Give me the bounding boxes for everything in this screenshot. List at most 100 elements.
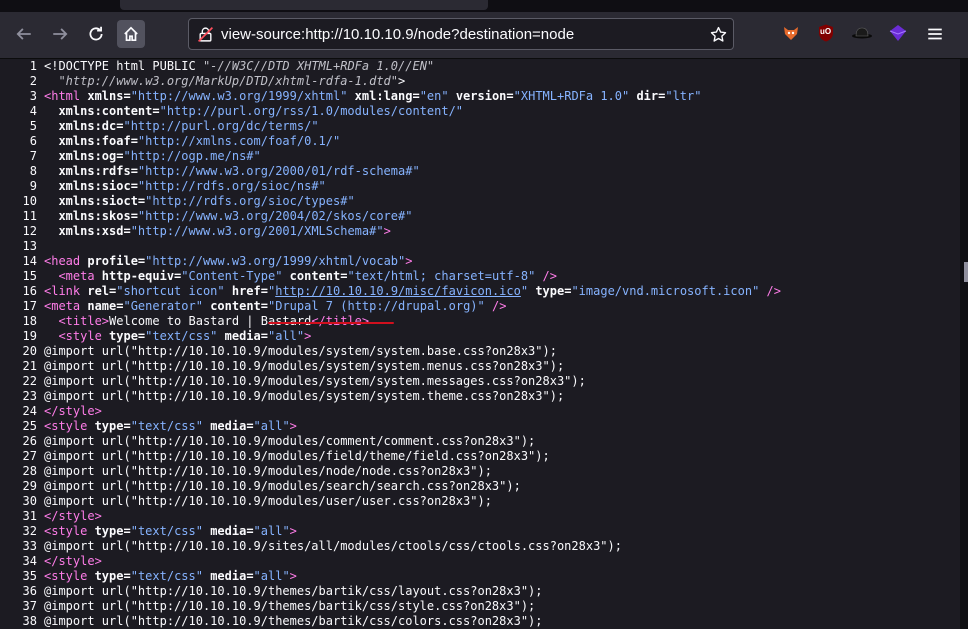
line-number: 2 xyxy=(29,74,37,88)
line-number: 18 xyxy=(22,314,37,328)
source-token: "all" xyxy=(253,419,290,433)
tab-strip xyxy=(0,0,968,12)
line-number: 11 xyxy=(22,209,37,223)
source-line: 17 <meta name="Generator" content="Drupal… xyxy=(0,299,960,314)
source-line: 33 @import url("http://10.10.10.9/sites/a… xyxy=(0,539,960,554)
source-token: </style> xyxy=(44,554,102,568)
source-token: "http://purl.org/dc/terms/" xyxy=(123,119,319,133)
source-line: 24 </style> xyxy=(0,404,960,419)
source-token: type= xyxy=(87,524,131,538)
source-token: media= xyxy=(202,569,254,583)
star-icon[interactable] xyxy=(710,26,727,43)
home-icon xyxy=(124,26,138,42)
source-token: version= xyxy=(448,89,514,103)
source-line: 10 xmlns:sioct="http://rdfs.org/sioc/typ… xyxy=(0,194,960,209)
line-number: 24 xyxy=(22,404,37,418)
source-line: 34 </style> xyxy=(0,554,960,569)
purple-cube-icon[interactable] xyxy=(887,22,909,44)
source-line: 22 @import url("http://10.10.10.9/modules… xyxy=(0,374,960,389)
line-number: 28 xyxy=(22,464,37,478)
source-token: "en" xyxy=(419,89,449,103)
source-line: 15 <meta http-equiv="Content-Type" conte… xyxy=(0,269,960,284)
source-token: "all" xyxy=(253,569,290,583)
source-token: Welcome to Bastard | Bastard xyxy=(109,314,312,328)
line-number: 20 xyxy=(22,344,37,358)
source-token: @import url("http://10.10.10.9/modules/s… xyxy=(44,389,565,403)
reload-button[interactable] xyxy=(82,20,110,48)
source-line: 3 <html xmlns="http://www.w3.org/1999/xht… xyxy=(0,89,960,104)
source-line: 6 xmlns:foaf="http://xmlns.com/foaf/0.1/… xyxy=(0,134,960,149)
line-number: 8 xyxy=(29,164,37,178)
line-number: 19 xyxy=(22,329,37,343)
source-line: 27 @import url("http://10.10.10.9/modules… xyxy=(0,449,960,464)
source-line: 37 @import url("http://10.10.10.9/themes/… xyxy=(0,599,960,614)
source-token: xmlns:skos= xyxy=(44,209,138,223)
source-token: <style xyxy=(44,329,102,343)
source-token: dir= xyxy=(629,89,666,103)
source-token: href= xyxy=(224,284,268,298)
source-token: "Drupal 7 (http://drupal.org)" xyxy=(268,299,485,313)
source-token: xmlns:xsd= xyxy=(44,224,131,238)
scrollbar-thumb[interactable] xyxy=(964,262,968,282)
line-number: 9 xyxy=(29,179,37,193)
line-number: 30 xyxy=(22,494,37,508)
home-button[interactable] xyxy=(117,20,145,48)
source-token: @import url("http://10.10.10.9/modules/u… xyxy=(44,494,492,508)
source-token: <style xyxy=(44,419,88,433)
source-token: <!DOCTYPE html PUBLIC xyxy=(44,59,203,73)
source-token: "ltr" xyxy=(665,89,702,103)
line-number: 27 xyxy=(22,449,37,463)
line-number: 37 xyxy=(22,599,37,613)
source-line: 29 @import url("http://10.10.10.9/modules… xyxy=(0,479,960,494)
source-token: @import url("http://10.10.10.9/themes/ba… xyxy=(44,614,543,628)
line-number: 3 xyxy=(29,89,37,103)
line-number: 29 xyxy=(22,479,37,493)
source-line: 5 xmlns:dc="http://purl.org/dc/terms/" xyxy=(0,119,960,134)
line-number: 31 xyxy=(22,509,37,523)
source-token: "http://rdfs.org/sioc/types#" xyxy=(145,194,355,208)
source-link[interactable]: http://10.10.10.9/misc/favicon.ico xyxy=(275,284,521,298)
source-token: "text/css" xyxy=(130,524,203,538)
source-token: "http://www.w3.org/2000/01/rdf-schema#" xyxy=(137,164,420,178)
foxyproxy-icon[interactable] xyxy=(780,22,802,44)
source-token: "all" xyxy=(267,329,305,343)
source-token: @import url("http://10.10.10.9/modules/n… xyxy=(44,464,492,478)
hamburger-icon xyxy=(928,28,942,40)
source-token: "image/vnd.microsoft.icon" xyxy=(571,284,760,298)
source-line: 4 xmlns:content="http://purl.org/rss/1.0… xyxy=(0,104,960,119)
source-token: @import url("http://10.10.10.9/modules/s… xyxy=(44,374,586,388)
app-menu-button[interactable] xyxy=(921,20,949,48)
forward-button[interactable] xyxy=(46,20,74,48)
ublock-origin-icon[interactable]: uO xyxy=(815,22,837,44)
source-token: type= xyxy=(101,329,146,343)
not-secure-icon[interactable] xyxy=(197,26,214,43)
source-token: <meta xyxy=(44,269,95,283)
source-token: > xyxy=(304,329,312,343)
source-token: @import url("http://10.10.10.9/modules/s… xyxy=(44,344,557,358)
line-number: 33 xyxy=(22,539,37,553)
hat-icon[interactable] xyxy=(851,22,873,44)
line-number: 7 xyxy=(29,149,37,163)
source-line: 26 @import url("http://10.10.10.9/modules… xyxy=(0,434,960,449)
line-number: 34 xyxy=(22,554,37,568)
active-tab[interactable] xyxy=(120,0,488,10)
url-text[interactable]: view-source:http://10.10.10.9/node?desti… xyxy=(221,26,574,43)
source-line: 31 </style> xyxy=(0,509,960,524)
source-token: "http://rdfs.org/sioc/ns#" xyxy=(137,179,326,193)
source-token: "Generator" xyxy=(123,299,203,313)
source-token: "text/html; charset=utf-8" xyxy=(347,269,536,283)
url-bar[interactable]: view-source:http://10.10.10.9/node?desti… xyxy=(188,18,734,50)
source-token: xmlns:sioc= xyxy=(44,179,138,193)
source-token: "text/css" xyxy=(130,419,203,433)
back-button[interactable] xyxy=(10,20,38,48)
source-token: > xyxy=(289,419,297,433)
line-number: 21 xyxy=(22,359,37,373)
source-token: "http://ogp.me/ns#" xyxy=(123,149,261,163)
vertical-scrollbar[interactable] xyxy=(960,59,968,629)
source-line: 13 xyxy=(0,239,960,254)
line-number: 4 xyxy=(29,104,37,118)
source-line: 12 xmlns:xsd="http://www.w3.org/2001/XML… xyxy=(0,224,960,239)
source-token: @import url("http://10.10.10.9/modules/s… xyxy=(44,479,521,493)
source-token: type= xyxy=(528,284,572,298)
arrow-right-icon xyxy=(53,28,68,40)
